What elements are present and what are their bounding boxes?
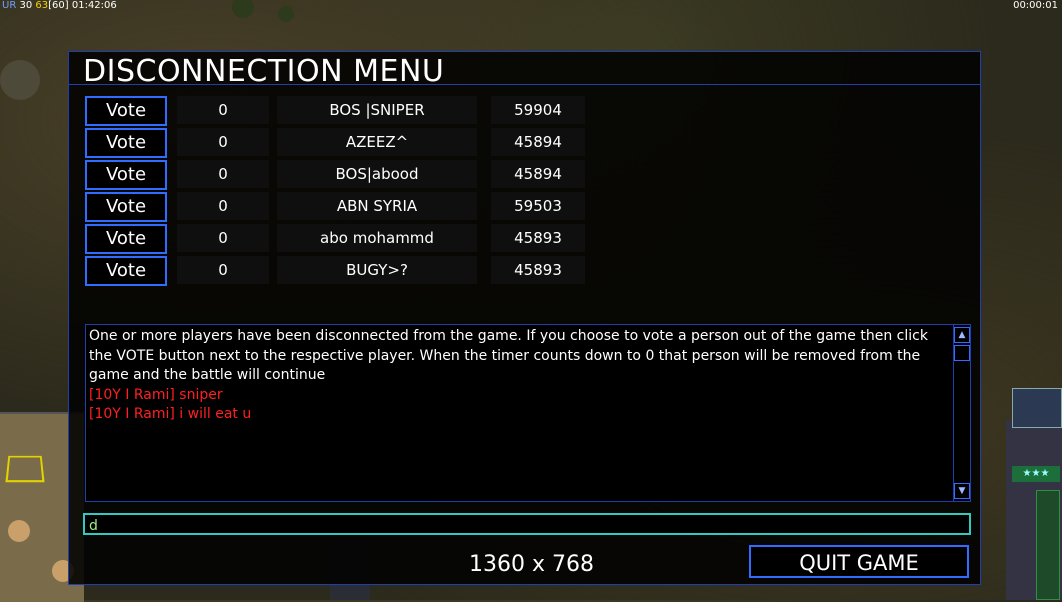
ur-label: UR	[2, 0, 17, 11]
vote-count: 0	[177, 192, 269, 220]
player-name: AZEEZ^	[277, 128, 477, 156]
power-bar	[1036, 490, 1060, 600]
player-id: 45894	[491, 160, 585, 188]
stat-b: 63	[35, 0, 49, 11]
minimap-marker	[8, 520, 30, 542]
terrain-tree	[278, 6, 294, 22]
system-message: One or more players have been disconnect…	[89, 328, 928, 383]
chat-message: [10Y I Rami] sniper	[89, 386, 223, 403]
vote-count: 0	[177, 128, 269, 156]
title-divider	[69, 84, 980, 85]
right-clock: 00:00:01	[1013, 0, 1058, 11]
player-name: BUGY>?	[277, 256, 477, 284]
vote-button[interactable]: Vote	[85, 160, 167, 190]
player-id: 59904	[491, 96, 585, 124]
vote-count: 0	[177, 160, 269, 188]
minimap-viewport	[5, 455, 45, 483]
chat-input[interactable]: d	[83, 513, 971, 535]
quit-game-button[interactable]: QUIT GAME	[749, 545, 969, 578]
terrain-tree	[232, 0, 254, 18]
chat-text: One or more players have been disconnect…	[89, 327, 951, 425]
player-name: abo mohammd	[277, 224, 477, 252]
game-clock: 01:42:06	[71, 0, 117, 11]
chat-scrollbar[interactable]: ▲ ▼	[953, 325, 970, 501]
vote-count: 0	[177, 96, 269, 124]
player-name: BOS|abood	[277, 160, 477, 188]
stat-c: [60]	[48, 0, 69, 11]
player-name: ABN SYRIA	[277, 192, 477, 220]
scroll-down-icon[interactable]: ▼	[954, 483, 970, 499]
player-id: 45894	[491, 128, 585, 156]
terrain-tree	[0, 60, 40, 100]
vote-count: 0	[177, 256, 269, 284]
disconnection-dialog: DISCONNECTION MENU Vote 0 BOS |SNIPER 59…	[68, 51, 981, 585]
hud-stats: UR 30 63[60] 01:42:06	[2, 0, 117, 11]
chat-message: [10Y I Rami] i will eat u	[89, 406, 252, 422]
stat-a: 30	[19, 0, 33, 11]
rank-stars: ★★★	[1012, 466, 1060, 482]
resolution-label: 1360 x 768	[469, 552, 594, 577]
vote-button[interactable]: Vote	[85, 96, 167, 126]
player-id: 45893	[491, 224, 585, 252]
vote-button[interactable]: Vote	[85, 256, 167, 286]
satellite-icon[interactable]	[1012, 388, 1062, 428]
player-id: 45893	[491, 256, 585, 284]
vote-button[interactable]: Vote	[85, 224, 167, 254]
chat-log[interactable]: One or more players have been disconnect…	[85, 324, 971, 502]
vote-button[interactable]: Vote	[85, 128, 167, 158]
scroll-thumb[interactable]	[954, 345, 970, 361]
player-name: BOS |SNIPER	[277, 96, 477, 124]
player-id: 59503	[491, 192, 585, 220]
vote-count: 0	[177, 224, 269, 252]
vote-button[interactable]: Vote	[85, 192, 167, 222]
scroll-up-icon[interactable]: ▲	[954, 327, 970, 343]
